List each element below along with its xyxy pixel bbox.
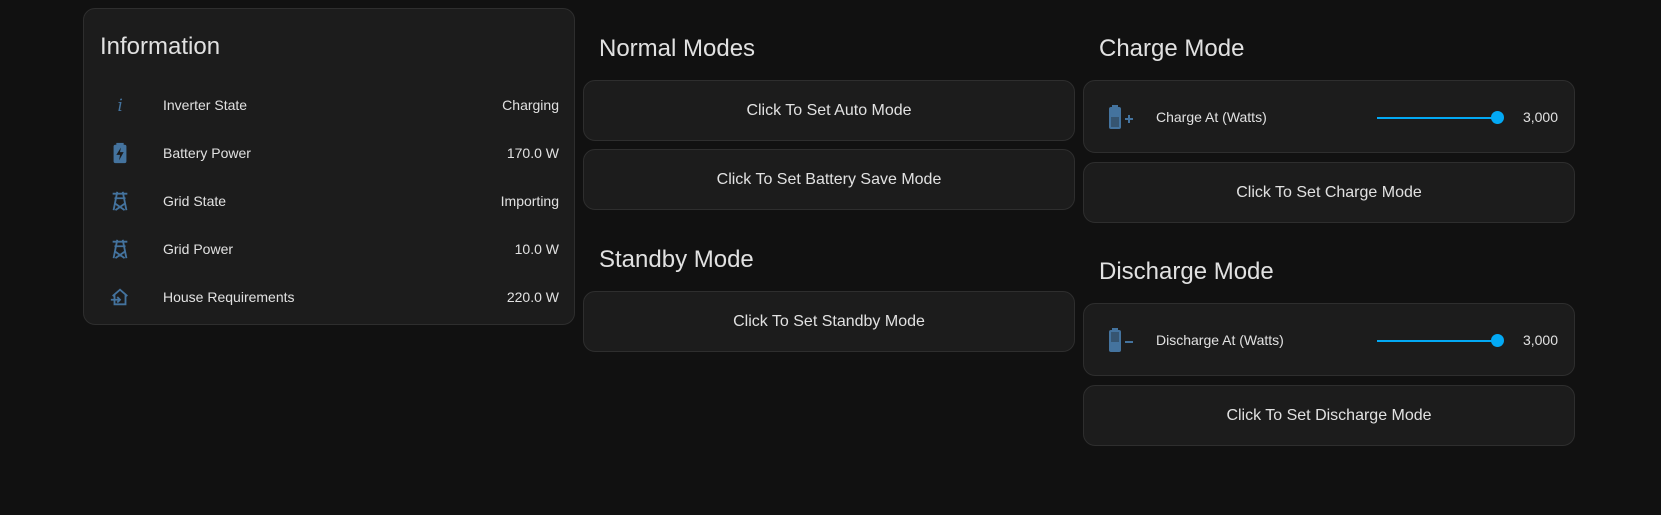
info-row-value: Charging bbox=[502, 97, 559, 113]
charge-mode-title: Charge Mode bbox=[1099, 35, 1245, 62]
discharge-mode-title: Discharge Mode bbox=[1099, 258, 1274, 285]
info-icon: i bbox=[108, 93, 132, 117]
info-row-inverter-state[interactable]: i Inverter State Charging bbox=[84, 81, 574, 129]
info-row-label: Inverter State bbox=[163, 97, 248, 113]
normal-modes-title: Normal Modes bbox=[599, 35, 756, 62]
info-row-value: 170.0 W bbox=[506, 145, 559, 161]
discharge-slider-track[interactable] bbox=[1377, 340, 1497, 342]
info-row-value: 220.0 W bbox=[506, 289, 559, 305]
home-import-icon bbox=[108, 285, 132, 309]
charge-slider-handle[interactable] bbox=[1491, 111, 1504, 124]
discharge-slider-handle[interactable] bbox=[1491, 334, 1504, 347]
info-row-grid-state[interactable]: Grid State Importing bbox=[84, 177, 574, 225]
set-auto-mode-button[interactable]: Click To Set Auto Mode bbox=[583, 80, 1075, 141]
discharge-slider-label: Discharge At (Watts) bbox=[1156, 332, 1284, 348]
battery-minus-icon bbox=[1106, 326, 1134, 354]
info-row-label: Battery Power bbox=[163, 145, 251, 161]
transmission-tower-icon bbox=[108, 237, 132, 261]
charge-slider-label: Charge At (Watts) bbox=[1156, 109, 1267, 125]
info-row-label: House Requirements bbox=[163, 289, 295, 305]
battery-charging-icon bbox=[108, 141, 132, 165]
information-title: Information bbox=[100, 33, 221, 60]
set-standby-mode-button[interactable]: Click To Set Standby Mode bbox=[583, 291, 1075, 352]
set-battery-save-mode-button[interactable]: Click To Set Battery Save Mode bbox=[583, 149, 1075, 210]
info-row-label: Grid Power bbox=[163, 241, 234, 257]
charge-slider-value: 3,000 bbox=[1522, 109, 1558, 125]
discharge-slider-value: 3,000 bbox=[1522, 332, 1558, 348]
info-row-battery-power[interactable]: Battery Power 170.0 W bbox=[84, 129, 574, 177]
standby-mode-title: Standby Mode bbox=[599, 246, 754, 273]
battery-plus-icon bbox=[1106, 103, 1134, 131]
charge-slider-track[interactable] bbox=[1377, 117, 1497, 119]
info-row-label: Grid State bbox=[163, 193, 227, 209]
charge-slider-card: Charge At (Watts) 3,000 bbox=[1083, 80, 1575, 153]
info-row-value: Importing bbox=[500, 193, 559, 209]
info-row-value: 10.0 W bbox=[514, 241, 559, 257]
set-charge-mode-button[interactable]: Click To Set Charge Mode bbox=[1083, 162, 1575, 223]
information-card: Information i Inverter State Charging Ba… bbox=[83, 8, 575, 325]
transmission-tower-icon bbox=[108, 189, 132, 213]
info-row-house-requirements[interactable]: House Requirements 220.0 W bbox=[84, 273, 574, 321]
set-discharge-mode-button[interactable]: Click To Set Discharge Mode bbox=[1083, 385, 1575, 446]
discharge-slider-card: Discharge At (Watts) 3,000 bbox=[1083, 303, 1575, 376]
svg-text:i: i bbox=[118, 96, 123, 115]
info-row-grid-power[interactable]: Grid Power 10.0 W bbox=[84, 225, 574, 273]
